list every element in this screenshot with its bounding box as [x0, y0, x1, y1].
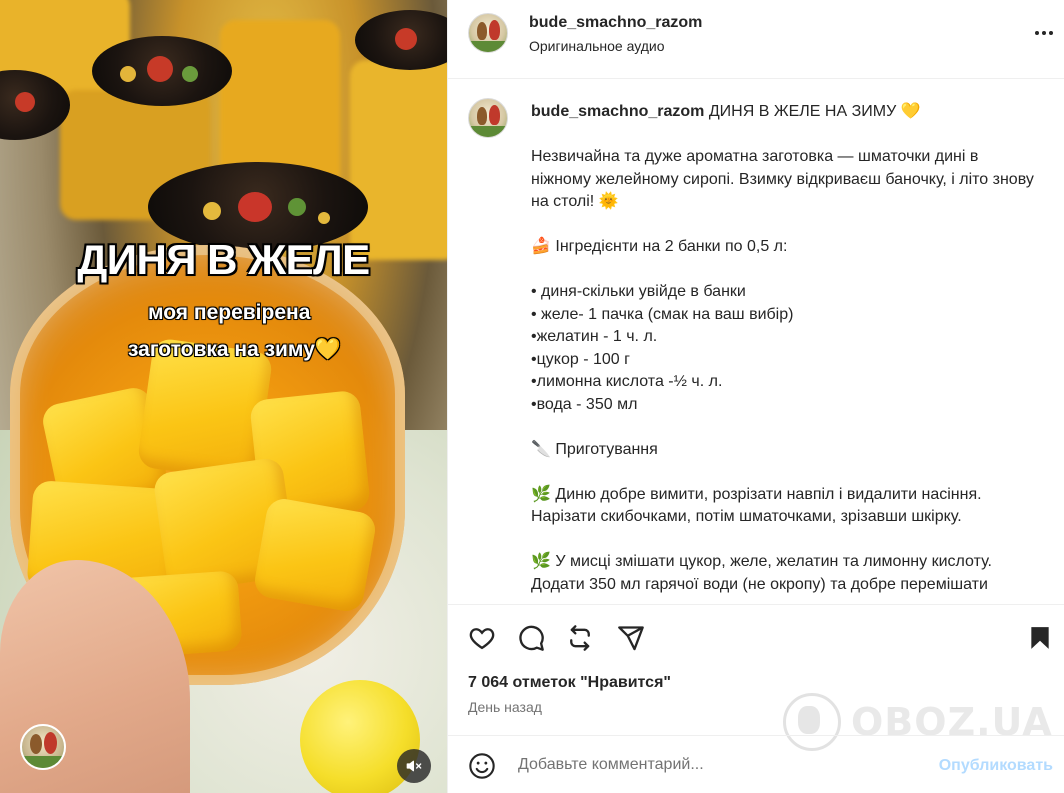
- caption-line: •цукор - 100 г: [531, 350, 630, 368]
- action-bar: [448, 604, 1064, 670]
- repost-icon: [570, 625, 590, 651]
- like-button[interactable]: [467, 623, 497, 653]
- mute-button[interactable]: [397, 749, 431, 783]
- caption-username[interactable]: bude_smachno_razom: [531, 103, 704, 120]
- caption-line: • желе- 1 пачка (смак на ваш вибір): [531, 305, 794, 323]
- post-caption: bude_smachno_razom ДИНЯ В ЖЕЛЕ НА ЗИМУ 💛…: [531, 101, 1041, 596]
- comment-input[interactable]: [518, 753, 918, 777]
- caption-line: 🍰 Інгредієнти на 2 банки по 0,5 л:: [531, 238, 788, 255]
- more-options-button[interactable]: [1032, 21, 1056, 45]
- jar-lid: [92, 36, 232, 106]
- emoji-icon: [469, 753, 495, 779]
- post-side-panel: bude_smachno_razom Оригинальное аудио bu…: [447, 0, 1064, 793]
- caption-spacer: [531, 214, 1041, 237]
- publish-button[interactable]: Опубликовать: [939, 757, 1053, 775]
- repost-button[interactable]: [565, 623, 595, 653]
- author-username[interactable]: bude_smachno_razom: [529, 14, 702, 32]
- caption-title: ДИНЯ В ЖЕЛЕ НА ЗИМУ 💛: [704, 103, 921, 120]
- caption-line: •желатин - 1 ч. л.: [531, 328, 658, 345]
- caption-spacer: [531, 529, 1041, 552]
- more-icon: [1035, 31, 1039, 35]
- caption-body: Незвичайна та дуже ароматна заготовка — …: [531, 124, 1041, 597]
- original-audio-link[interactable]: Оригинальное аудио: [529, 38, 665, 54]
- overlay-title: ДИНЯ В ЖЕЛЕ: [77, 236, 370, 283]
- likes-count[interactable]: 7 064 отметок "Нравится": [468, 674, 671, 692]
- overlay-subtitle-line2: заготовка на зиму💛: [128, 338, 342, 361]
- bookmark-icon: [1031, 627, 1049, 649]
- caption-line: 🌿 Диню добре вимити, розрізати навпіл і …: [531, 485, 982, 526]
- caption-line: Незвичайна та дуже ароматна заготовка — …: [531, 148, 1034, 210]
- post-timestamp[interactable]: День назад: [468, 699, 542, 715]
- caption-line: •вода - 350 мл: [531, 395, 638, 413]
- share-icon: [618, 626, 644, 651]
- media-avatar[interactable]: [20, 724, 66, 770]
- background-jar: [350, 60, 447, 260]
- overlay-subtitle-line1: моя перевірена: [148, 301, 311, 324]
- yellow-heart-icon: 💛: [314, 338, 342, 361]
- share-button[interactable]: [616, 623, 646, 653]
- mute-icon: [406, 760, 422, 772]
- emoji-button[interactable]: [468, 752, 496, 780]
- comment-icon: [519, 625, 544, 651]
- caption-area[interactable]: bude_smachno_razom ДИНЯ В ЖЕЛЕ НА ЗИМУ 💛…: [448, 80, 1064, 603]
- heart-icon: [469, 628, 495, 650]
- caption-first-line: bude_smachno_razom ДИНЯ В ЖЕЛЕ НА ЗИМУ 💛: [531, 101, 1041, 124]
- caption-spacer: [531, 416, 1041, 439]
- author-avatar[interactable]: [468, 13, 508, 53]
- caption-avatar[interactable]: [468, 98, 508, 138]
- caption-spacer: [531, 259, 1041, 282]
- post-media[interactable]: ДИНЯ В ЖЕЛЕ моя перевірена заготовка на …: [0, 0, 447, 793]
- caption-spacer: [531, 461, 1041, 484]
- caption-spacer: [531, 124, 1041, 147]
- caption-line: •лимонна кислота -½ ч. л.: [531, 373, 723, 390]
- save-button[interactable]: [1025, 623, 1055, 653]
- caption-line: 🌿 У мисці змішати цукор, желе, желатин т…: [531, 553, 992, 593]
- comment-button[interactable]: [516, 623, 546, 653]
- comment-bar: Опубликовать: [448, 735, 1064, 793]
- caption-line: 🔪 Приготування: [531, 440, 658, 458]
- caption-line: • диня-скільки увійде в банки: [531, 283, 746, 300]
- post-header: bude_smachno_razom Оригинальное аудио: [448, 0, 1064, 79]
